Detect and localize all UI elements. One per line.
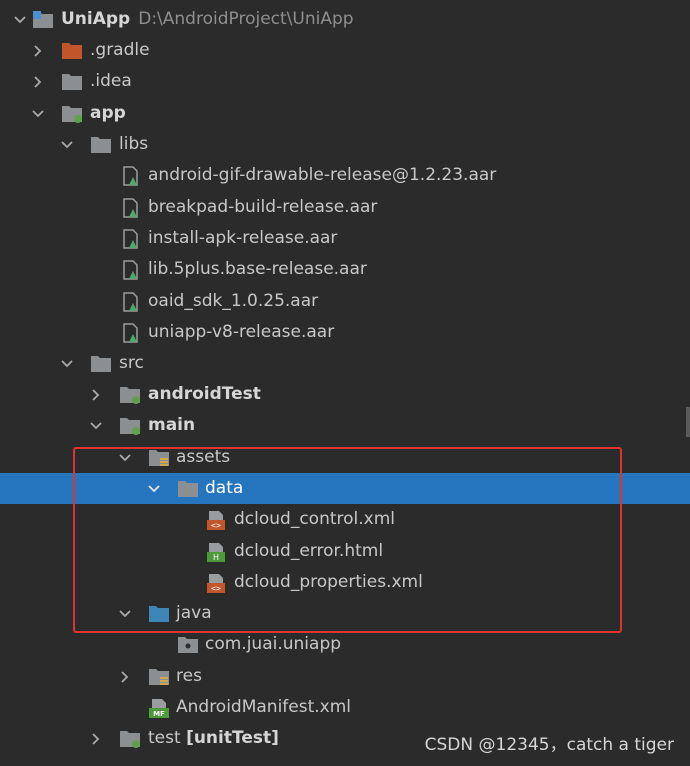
html-file-icon: H [205,542,227,562]
tree-item-label: main [148,415,196,435]
chevron-right-icon[interactable] [88,723,104,754]
chevron-right-icon[interactable] [30,35,46,66]
chevron-right-icon[interactable] [30,66,46,97]
tree-row-aar-5[interactable]: oaid_sdk_1.0.25.aar [0,286,690,317]
tree-item-label: data [205,478,244,498]
watermark-text: CSDN @12345，catch a tiger [424,735,674,755]
aar-library-icon [120,292,142,312]
tree-item-label: java [176,603,212,623]
aar-library-icon [120,323,142,343]
chevron-down-icon[interactable] [59,129,75,160]
tree-item-label: .gradle [90,40,150,60]
tree-row-src[interactable]: src [0,348,690,379]
svg-text:<>: <> [211,521,221,530]
tree-item-label: libs [119,134,149,154]
tree-row-gradle[interactable]: .gradle [0,35,690,66]
tree-row-idea[interactable]: .idea [0,66,690,97]
xml-file-icon: <> [205,510,227,530]
chevron-right-icon[interactable] [88,379,104,410]
tree-row-partial [118,756,158,766]
svg-text:<>: <> [211,584,221,593]
folder-icon [90,354,112,374]
tree-item-label: dcloud_properties.xml [234,572,423,592]
folder-icon [61,41,83,61]
aar-library-icon [120,166,142,186]
tree-item-label: oaid_sdk_1.0.25.aar [148,291,319,311]
module-folder-icon [119,385,141,405]
folder-icon [90,135,112,155]
aar-library-icon [120,229,142,249]
tree-row-assets[interactable]: assets [0,442,690,473]
manifest-file-icon: MF [148,698,170,718]
tree-item-label: assets [176,447,231,467]
tree-item-label: android-gif-drawable-release@1.2.23.aar [148,165,497,185]
aar-library-icon [120,198,142,218]
chevron-down-icon[interactable] [59,348,75,379]
tree-row-dcloud-error[interactable]: H dcloud_error.html [0,536,690,567]
tree-item-label: androidTest [148,384,261,404]
tree-item-label: src [119,353,144,373]
module-folder-icon [119,729,141,749]
tree-item-label: .idea [90,71,132,91]
chevron-down-icon[interactable] [30,98,46,129]
tree-row-aar-4[interactable]: lib.5plus.base-release.aar [0,254,690,285]
svg-text:H: H [213,553,219,562]
tree-item-label: app [90,103,126,123]
tree-row-libs[interactable]: libs [0,129,690,160]
tree-item-label: breakpad-build-release.aar [148,197,378,217]
module-folder-icon [61,104,83,124]
tree-row-main[interactable]: main [0,410,690,441]
tree-item-label: install-apk-release.aar [148,228,338,248]
chevron-down-icon[interactable] [12,4,28,35]
chevron-right-icon[interactable] [117,661,133,692]
tree-row-dcloud-properties[interactable]: <> dcloud_properties.xml [0,567,690,598]
tree-item-label: lib.5plus.base-release.aar [148,259,367,279]
tree-item-label: res [176,666,202,686]
tree-item-label: uniapp-v8-release.aar [148,322,335,342]
source-folder-icon [148,604,170,624]
tree-row-aar-3[interactable]: install-apk-release.aar [0,223,690,254]
tree-row-app[interactable]: app [0,98,690,129]
module-folder-icon [32,10,54,30]
package-icon [177,635,199,655]
resource-folder-icon [148,667,170,687]
module-folder-icon [119,416,141,436]
chevron-down-icon[interactable] [88,410,104,441]
tree-item-label: dcloud_error.html [234,541,384,561]
tree-item-label: dcloud_control.xml [234,509,396,529]
tree-row-aar-2[interactable]: breakpad-build-release.aar [0,192,690,223]
resource-folder-icon [148,448,170,468]
tree-row-manifest[interactable]: MF AndroidManifest.xml [0,692,690,723]
folder-icon [177,479,199,499]
tree-row-dcloud-control[interactable]: <> dcloud_control.xml [0,504,690,535]
svg-text:MF: MF [153,710,165,718]
scrollbar-thumb[interactable] [686,407,690,437]
aar-library-icon [120,260,142,280]
tree-row-aar-1[interactable]: android-gif-drawable-release@1.2.23.aar [0,160,690,191]
tree-row-res[interactable]: res [0,661,690,692]
tree-row-package[interactable]: com.juai.uniapp [0,629,690,660]
tree-item-label: AndroidManifest.xml [176,697,352,717]
tree-row-androidtest[interactable]: androidTest [0,379,690,410]
chevron-down-icon[interactable] [117,598,133,629]
tree-row-root[interactable]: UniApp D:\AndroidProject\UniApp [0,4,690,35]
tree-item-label: com.juai.uniapp [205,634,342,654]
root-project-label: UniApp D:\AndroidProject\UniApp [61,9,354,29]
tree-row-java[interactable]: java [0,598,690,629]
tree-row-aar-6[interactable]: uniapp-v8-release.aar [0,317,690,348]
xml-file-icon: <> [205,573,227,593]
chevron-down-icon[interactable] [117,442,133,473]
folder-icon [61,72,83,92]
tree-row-data[interactable]: data [0,473,690,504]
chevron-down-icon[interactable] [146,473,162,504]
tree-item-label: test [unitTest] [148,728,279,748]
